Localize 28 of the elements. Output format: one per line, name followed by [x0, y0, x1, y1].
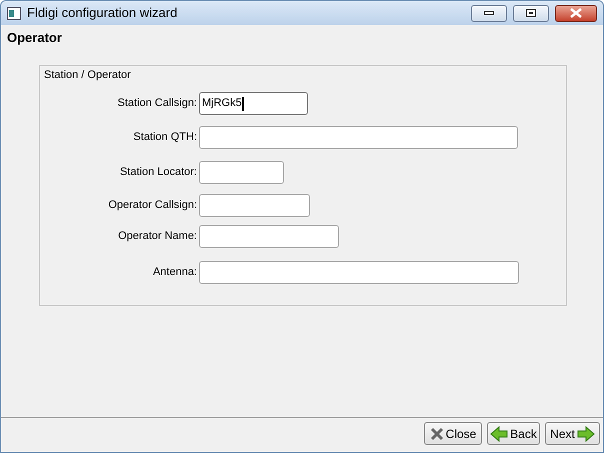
field-label: Station Callsign: [116, 96, 198, 112]
x-icon [430, 426, 444, 440]
close-button[interactable] [555, 4, 597, 22]
field-label: Operator Callsign: [107, 198, 198, 214]
input-field[interactable]: MjRGk5 [199, 92, 308, 115]
input-field[interactable] [199, 225, 339, 248]
input-field[interactable] [199, 126, 518, 149]
input-field[interactable] [199, 194, 310, 217]
maximize-button[interactable] [513, 4, 549, 22]
field-label: Antenna: [152, 265, 198, 280]
minimize-button[interactable] [471, 4, 507, 22]
left-arrow-icon [490, 426, 508, 442]
maximize-icon [526, 9, 536, 17]
page-heading: Operator [7, 29, 63, 47]
group-title: Station / Operator [44, 68, 132, 82]
minimize-icon [484, 11, 494, 15]
next-button[interactable]: Next [545, 422, 600, 445]
window-title: Fldigi configuration wizard [27, 4, 178, 22]
field-label: Operator Name: [117, 229, 198, 244]
field-label: Station Locator: [118, 165, 198, 180]
app-icon [7, 6, 21, 20]
close-button[interactable]: Close [424, 422, 482, 445]
input-field[interactable] [199, 261, 519, 284]
close-icon [570, 8, 582, 18]
right-arrow-icon [576, 426, 595, 442]
input-field[interactable] [199, 161, 284, 184]
back-button[interactable]: Back [487, 422, 540, 445]
field-label: Station QTH: [132, 130, 198, 146]
